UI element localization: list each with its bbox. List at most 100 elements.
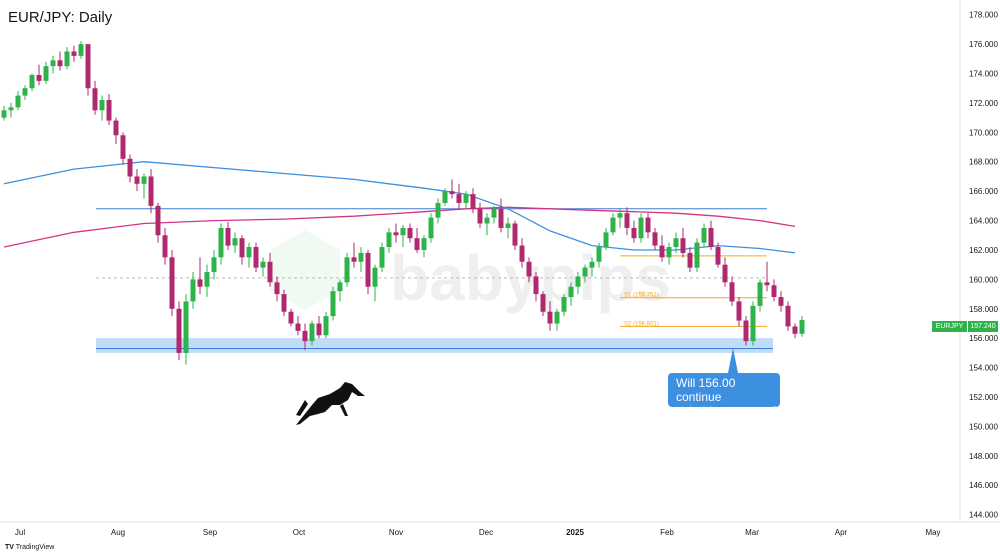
candle-body	[190, 279, 196, 302]
candle-body	[204, 272, 210, 287]
price-chart[interactable]: babypips S1 (158.751) S2 (156.801) 178.0…	[0, 0, 1000, 557]
candle	[771, 279, 777, 302]
candle-body	[673, 238, 679, 248]
candle-body	[330, 291, 336, 317]
candle-body	[365, 252, 371, 287]
candle	[169, 249, 175, 317]
candle	[750, 301, 756, 346]
candle-body	[568, 286, 574, 298]
candle-body	[596, 247, 602, 262]
candle-body	[288, 311, 294, 324]
candle-body	[547, 311, 553, 324]
candle-body	[92, 88, 98, 111]
candle-body	[729, 282, 735, 302]
candle	[393, 223, 399, 243]
chart-title: EUR/JPY: Daily	[8, 9, 113, 26]
candle-body	[645, 217, 651, 233]
candle-body	[302, 330, 308, 342]
candle-body	[659, 245, 665, 258]
candle-body	[393, 232, 399, 236]
last-price-tag: 157.240	[968, 321, 998, 332]
y-tick-label: 178.000	[969, 11, 998, 20]
bull-icon	[296, 382, 365, 425]
y-tick-label: 168.000	[969, 158, 998, 167]
candle-body	[680, 238, 686, 253]
candle	[505, 217, 511, 239]
candle-body	[344, 257, 350, 283]
x-axis-ticks: Jul Aug Sep Oct Nov Dec 2025 Feb Mar Apr May	[15, 528, 941, 537]
candle-body	[652, 232, 658, 246]
y-tick-label: 174.000	[969, 70, 998, 79]
candle-body	[29, 74, 35, 89]
candle-body	[743, 320, 749, 342]
y-tick-label: 156.000	[969, 334, 998, 343]
candle	[484, 213, 490, 236]
candle	[127, 154, 133, 183]
candle	[792, 323, 798, 339]
candle-body	[526, 261, 532, 277]
candle-body	[421, 238, 427, 250]
candle-body	[274, 282, 280, 295]
candle	[694, 238, 700, 273]
candle-body	[99, 99, 105, 111]
candle-body	[183, 301, 189, 353]
x-tick-label: May	[925, 528, 940, 537]
candle-body	[239, 238, 245, 258]
candle	[197, 257, 203, 295]
candle-body	[617, 213, 623, 218]
candle	[260, 257, 266, 277]
candle-body	[477, 208, 483, 224]
candle-body	[281, 294, 287, 312]
candle-body	[351, 257, 357, 262]
candle	[708, 220, 714, 250]
candle-body	[78, 44, 84, 56]
candle	[372, 264, 378, 302]
candle	[498, 198, 504, 233]
candle	[645, 213, 651, 239]
candle-body	[456, 194, 462, 203]
candle	[428, 213, 434, 243]
candle-body	[624, 213, 630, 228]
x-tick-label: Oct	[293, 528, 306, 537]
candle-body	[8, 107, 14, 111]
candle-body	[764, 282, 770, 286]
candle-body	[491, 208, 497, 218]
candle	[337, 279, 343, 302]
candle-body	[631, 227, 637, 239]
candle-body	[484, 217, 490, 224]
y-tick-label: 152.000	[969, 393, 998, 402]
y-tick-label: 148.000	[969, 452, 998, 461]
candle-body	[309, 323, 315, 342]
y-tick-label: 154.000	[969, 364, 998, 373]
y-tick-label: 170.000	[969, 128, 998, 137]
candle	[64, 47, 70, 70]
candle	[50, 55, 56, 74]
candle-body	[771, 285, 777, 298]
candle	[365, 249, 371, 295]
candle	[141, 173, 147, 199]
candle-body	[687, 252, 693, 268]
x-tick-label: Jul	[15, 528, 25, 537]
candle-body	[554, 311, 560, 324]
candle-body	[372, 267, 378, 287]
candle	[162, 227, 168, 265]
candle-body	[414, 238, 420, 250]
candle-body	[575, 276, 581, 287]
candle	[785, 301, 791, 331]
candle	[330, 286, 336, 321]
candle-body	[106, 99, 112, 121]
candle-body	[463, 194, 469, 203]
candle-body	[386, 232, 392, 248]
candle-body	[225, 227, 231, 246]
candle-body	[64, 51, 70, 67]
candle-body	[267, 261, 273, 283]
candle-body	[295, 323, 301, 331]
y-tick-label: 176.000	[969, 40, 998, 49]
y-tick-label: 146.000	[969, 481, 998, 490]
candle-body	[316, 323, 322, 336]
candle	[57, 51, 63, 71]
candle	[316, 316, 322, 339]
candle	[8, 102, 14, 118]
candle-body	[400, 227, 406, 236]
candle-body	[519, 245, 525, 262]
